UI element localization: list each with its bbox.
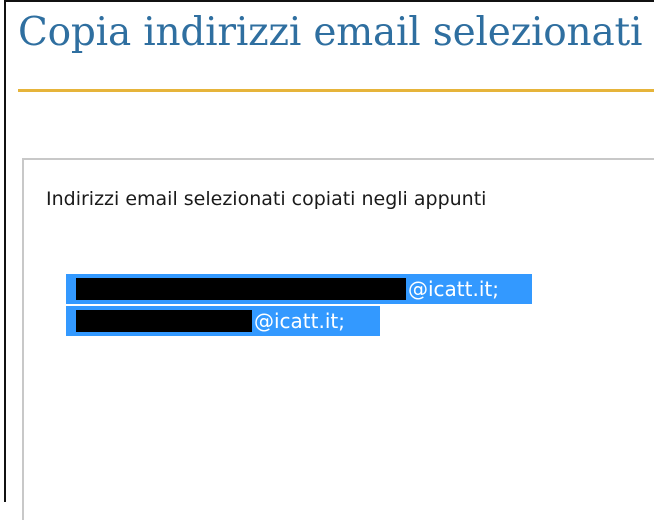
window-frame-top xyxy=(4,0,654,2)
email-domain-text: @icatt.it; xyxy=(254,309,345,333)
page-title: Copia indirizzi email selezionati xyxy=(18,10,643,55)
selected-email-line[interactable]: @icatt.it; xyxy=(66,306,380,336)
selected-email-line[interactable]: @icatt.it; xyxy=(66,274,532,304)
email-domain-text: @icatt.it; xyxy=(408,277,499,301)
redacted-text-block xyxy=(76,310,252,332)
dialog-message: Indirizzi email selezionati copiati negl… xyxy=(46,188,487,210)
redacted-text-block xyxy=(76,278,406,300)
window-frame-left xyxy=(4,0,6,502)
title-divider xyxy=(18,89,654,92)
dialog-panel xyxy=(22,158,654,520)
